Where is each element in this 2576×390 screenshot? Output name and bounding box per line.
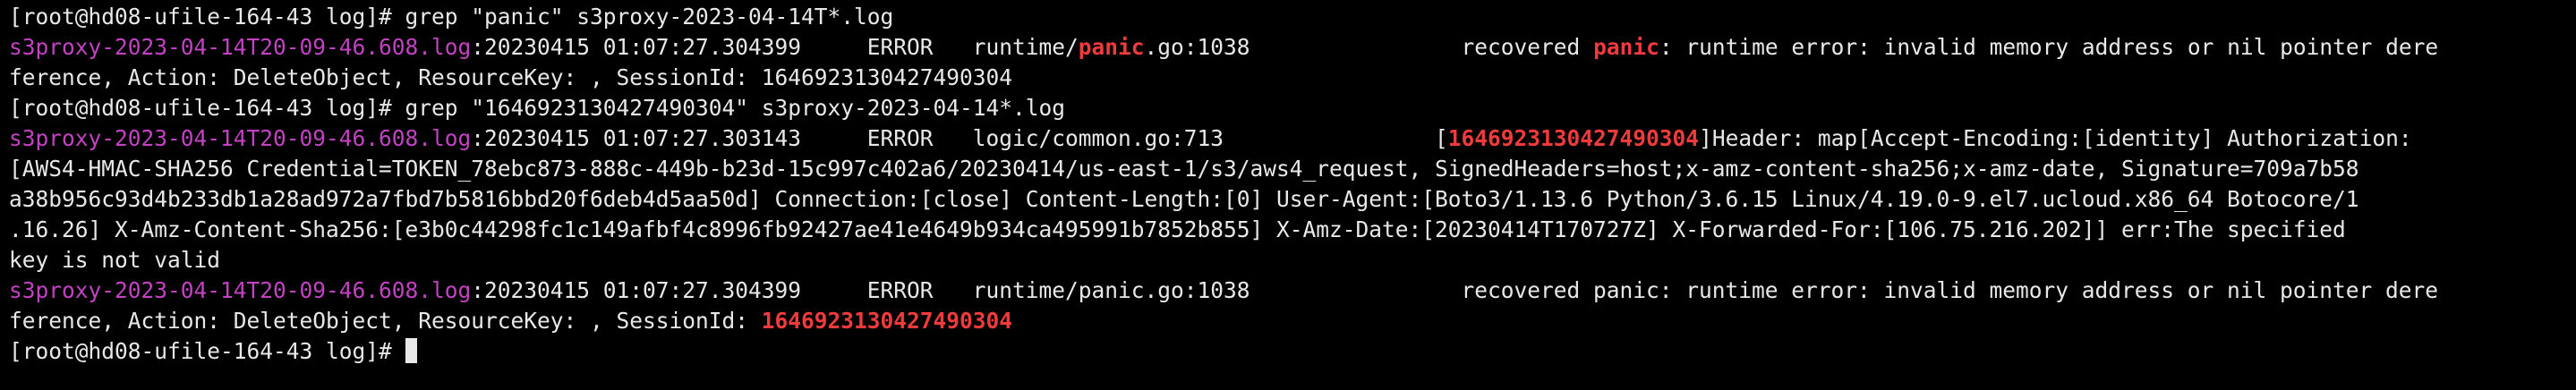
output-line: ference, Action: DeleteObject, ResourceK… [9,63,2576,93]
log-text: [AWS4-HMAC-SHA256 Credential=TOKEN_78ebc… [9,156,2359,182]
command-line-2: [root@hd08-ufile-164-43 log]# grep "1646… [9,93,2576,123]
match-highlight: 1646923130427490304 [761,308,1013,334]
log-text: :20230415 01:07:27.303143 ERROR logic/co… [471,125,1448,151]
text-cursor[interactable] [405,338,417,363]
log-text: a38b956c93d4b233db1a28ad972a7fbd7b5816bb… [9,186,2359,212]
log-filename: s3proxy-2023-04-14T20-09-46.608.log [9,125,472,151]
output-line: ference, Action: DeleteObject, ResourceK… [9,306,2576,336]
log-text: ference, Action: DeleteObject, ResourceK… [9,64,1013,90]
output-line: s3proxy-2023-04-14T20-09-46.608.log:2023… [9,276,2576,306]
log-text: .16.26] X-Amz-Content-Sha256:[e3b0c44298… [9,216,2346,242]
log-text: :20230415 01:07:27.304399 ERROR runtime/ [471,34,1079,60]
log-text: ference, Action: DeleteObject, ResourceK… [9,308,762,334]
log-text: key is not valid [9,247,221,273]
shell-prompt: [root@hd08-ufile-164-43 log]# [9,4,405,30]
output-line: s3proxy-2023-04-14T20-09-46.608.log:2023… [9,32,2576,63]
shell-prompt: [root@hd08-ufile-164-43 log]# [9,338,405,364]
log-filename: s3proxy-2023-04-14T20-09-46.608.log [9,277,472,303]
log-text: ]Header: map[Accept-Encoding:[identity] … [1699,125,2412,151]
output-line: s3proxy-2023-04-14T20-09-46.608.log:2023… [9,123,2576,154]
shell-prompt: [root@hd08-ufile-164-43 log]# [9,95,405,121]
output-line: [AWS4-HMAC-SHA256 Credential=TOKEN_78ebc… [9,154,2576,184]
match-highlight: panic [1593,34,1659,60]
output-line: key is not valid [9,245,2576,276]
command-line-current[interactable]: [root@hd08-ufile-164-43 log]# [9,336,2576,367]
output-line: a38b956c93d4b233db1a28ad972a7fbd7b5816bb… [9,184,2576,215]
match-highlight: 1646923130427490304 [1447,125,1700,151]
log-text: .go:1038 recovered [1144,34,1594,60]
command-text: grep "panic" s3proxy-2023-04-14T*.log [405,4,894,30]
match-highlight: panic [1078,34,1145,60]
log-text: :20230415 01:07:27.304399 ERROR runtime/… [471,277,2439,303]
log-filename: s3proxy-2023-04-14T20-09-46.608.log [9,34,472,60]
log-text: : runtime error: invalid memory address … [1659,34,2439,60]
command-text: grep "1646923130427490304" s3proxy-2023-… [405,95,1066,121]
terminal-window[interactable]: [root@hd08-ufile-164-43 log]# grep "pani… [0,0,2576,390]
output-line: .16.26] X-Amz-Content-Sha256:[e3b0c44298… [9,215,2576,245]
command-line-1: [root@hd08-ufile-164-43 log]# grep "pani… [9,2,2576,32]
